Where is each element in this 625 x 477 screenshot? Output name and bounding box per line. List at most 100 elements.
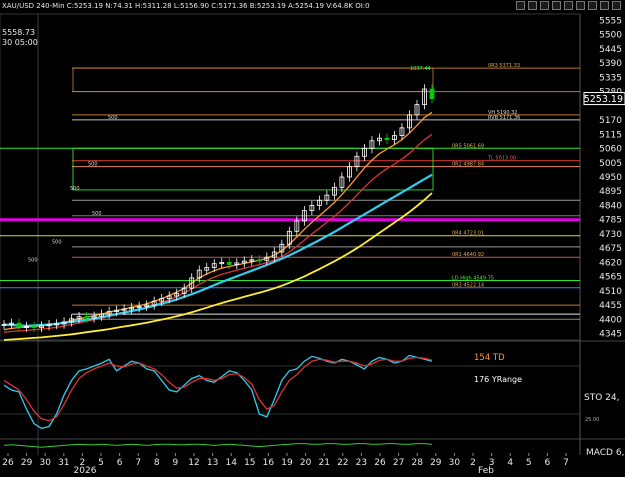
x-axis-tick-label: 4 — [507, 458, 513, 468]
level-annotation: 1037.44 — [410, 66, 431, 72]
info-time: 30 05:00 — [2, 38, 38, 47]
x-axis-tick-label: 9 — [173, 458, 179, 468]
level-annotation: 0R3 5371.33 — [488, 63, 520, 69]
y-axis-tick-label: 4565 — [599, 273, 622, 283]
level-annotation: 500 — [92, 211, 102, 217]
level-annotation: 0R3 4522.14 — [452, 283, 484, 289]
info-price: 5558.73 — [2, 28, 36, 37]
y-axis-tick-label: 4675 — [599, 244, 622, 254]
x-axis-tick-label: 5 — [98, 458, 104, 468]
down-arrow-icon[interactable] — [528, 1, 537, 10]
y-axis-tick-label: 5390 — [599, 59, 622, 69]
minus-icon[interactable] — [552, 1, 561, 10]
x-axis-tick-label: 28 — [411, 458, 423, 468]
x-axis-tick-label: 19 — [281, 458, 293, 468]
x-axis-tick-label: 13 — [207, 458, 218, 468]
level-annotation: 500 — [28, 257, 38, 263]
level-annotation: 0R5 5061.69 — [452, 143, 484, 149]
x-axis-tick-label: 31 — [58, 458, 69, 468]
x-axis-tick-label: 6 — [545, 458, 551, 468]
x-axis-tick-label: 26 — [374, 458, 386, 468]
sto-label: STO 24, — [584, 393, 619, 403]
level-annotation: 500 — [88, 162, 98, 168]
close-icon[interactable] — [612, 1, 621, 10]
level-annotation: 500 — [108, 115, 118, 121]
y-axis-tick-label: 5115 — [599, 130, 622, 140]
x-axis-tick-label: 30 — [39, 458, 51, 468]
x-axis-tick-label: 6 — [117, 458, 123, 468]
sto-label-yrange: 176 YRange — [474, 375, 522, 384]
x-axis-tick-label: 7 — [135, 458, 141, 468]
y-axis-tick-label: 4620 — [599, 258, 622, 268]
y-axis-tick-label: 5005 — [599, 159, 622, 169]
plus-icon[interactable] — [540, 1, 549, 10]
price-candle — [31, 326, 37, 328]
gear-icon[interactable] — [576, 1, 585, 10]
x-axis-tick-label: 29 — [430, 458, 442, 468]
level-annotation: 0R1 4640.92 — [452, 252, 484, 258]
x-axis-tick-label: 30 — [449, 458, 461, 468]
level-annotation: 500 — [52, 239, 62, 245]
chart-toolbar — [516, 1, 621, 11]
price-candle — [384, 137, 390, 140]
level-annotation: LD High 4549.75 — [452, 275, 494, 281]
x-axis-tick-label: 22 — [337, 458, 348, 468]
chart-canvas: 1037.44 0R3 5371.33VH 5190.32RVB 5171.360… — [0, 13, 625, 476]
x-axis-tick-label: 5 — [526, 458, 532, 468]
x-axis-tick-label: 7 — [563, 458, 569, 468]
last-price-label: 5253.19 — [584, 94, 623, 105]
y-axis-tick-label: 4730 — [599, 230, 622, 240]
level-annotation: RVB 5171.36 — [488, 115, 520, 121]
moving-average-line — [3, 173, 433, 327]
pin-icon[interactable] — [564, 1, 573, 10]
macd-label: MACD 6, — [586, 448, 624, 458]
level-annotation: 0R2 4987.84 — [452, 162, 484, 168]
level-annotation: 0R4 4723.01 — [452, 231, 484, 237]
x-axis-tick-label: 20 — [300, 458, 312, 468]
price-candle — [16, 322, 22, 328]
y-axis-tick-label: 5335 — [599, 73, 622, 83]
x-axis-tick-label: 8 — [154, 458, 160, 468]
y-axis-tick-label: 4895 — [599, 187, 622, 197]
y-axis-tick-label: 4785 — [599, 216, 622, 226]
x-axis-tick-label: 23 — [356, 458, 367, 468]
x-axis-tick-label: 21 — [318, 458, 329, 468]
x-axis-tick-label: 29 — [21, 458, 33, 468]
price-candle — [256, 259, 262, 262]
x-axis-tick-label: 26 — [2, 458, 14, 468]
x-axis-tick-label: 15 — [244, 458, 255, 468]
x-axis-tick-label: 27 — [393, 458, 404, 468]
y-axis-tick-label: 5060 — [599, 145, 622, 155]
range-box — [72, 67, 434, 93]
y-axis-tick-label: 5555 — [599, 16, 622, 26]
x-axis-year-label: 2026 — [74, 466, 97, 473]
grid-icon[interactable] — [588, 1, 597, 10]
y-axis-tick-label: 5445 — [599, 45, 622, 55]
y-axis-tick-label: 5500 — [599, 31, 622, 41]
x-axis-tick-label: 2 — [470, 458, 476, 468]
sto-line — [3, 356, 433, 422]
level-annotation: TL 5013.00 — [487, 156, 516, 162]
x-axis-tick-label: 14 — [225, 458, 237, 468]
header-symbol-line: XAU/USD 240-Min C:5253.19 N:74.31 H:5311… — [2, 2, 370, 10]
moving-average-line — [3, 192, 433, 341]
sto-label-td: 154 TD — [474, 353, 505, 363]
level-annotation: 500 — [70, 186, 80, 192]
y-axis-tick-label: 4400 — [599, 315, 622, 325]
y-axis-tick-label: 4950 — [599, 173, 622, 183]
x-axis-tick-label: 16 — [263, 458, 275, 468]
y-axis-tick-label: 5170 — [599, 116, 622, 126]
y-axis-tick-label: 4840 — [599, 201, 622, 211]
price-candle — [429, 88, 435, 100]
sto-line — [3, 354, 433, 430]
y-axis-tick-label: 4510 — [599, 287, 622, 297]
y-axis-tick-label: 4455 — [599, 301, 622, 311]
price-candle — [84, 316, 89, 319]
macd-line — [3, 443, 433, 448]
window-icon[interactable] — [600, 1, 609, 10]
y-axis-tick-label: 4345 — [599, 330, 622, 340]
sto-level-label: 25.00 — [585, 417, 599, 423]
x-axis-month-label: Feb — [478, 466, 494, 473]
up-arrow-icon[interactable] — [516, 1, 525, 10]
price-candle — [226, 261, 232, 265]
